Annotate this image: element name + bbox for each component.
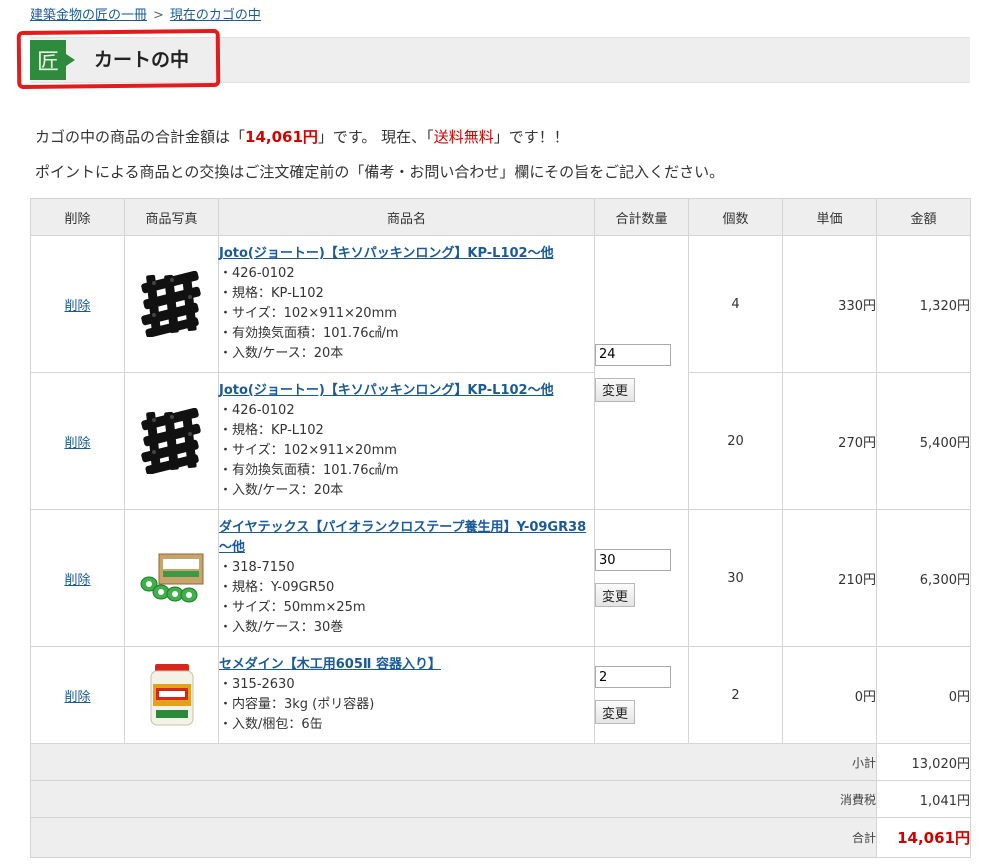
delete-link[interactable]: 削除 xyxy=(64,690,90,705)
unit-price-cell: 0円 xyxy=(782,646,877,744)
tax-value: 1,041円 xyxy=(876,780,971,818)
delete-link[interactable]: 削除 xyxy=(64,299,90,314)
header-count: 個数 xyxy=(688,198,783,236)
breadcrumb-home-link[interactable]: 建築金物の匠の一冊 xyxy=(30,8,147,23)
amount-cell: 6,300円 xyxy=(876,509,971,647)
product-name-cell: Joto(ジョートー)【キソパッキンロング】KP-L102～他 ・426-010… xyxy=(218,372,595,510)
header-unit-price: 単価 xyxy=(782,198,877,236)
table-row: 削除 Joto(ジョートー)【キソパッキンロング】KP-L102～他 ・426-… xyxy=(30,372,971,510)
breadcrumb-current-link[interactable]: 現在のカゴの中 xyxy=(170,8,261,23)
product-spec: ・規格：KP-L102 xyxy=(219,423,324,438)
subtotal-value: 13,020円 xyxy=(876,743,971,781)
product-spec: ・入数/ケース：30巻 xyxy=(219,620,344,635)
summary-prefix: カゴの中の商品の合計金額は「 xyxy=(35,128,246,146)
product-name-cell: ダイヤテックス【パイオランクロステープ養生用】Y-09GR38～他 ・318-7… xyxy=(218,509,595,647)
header-amount: 金額 xyxy=(876,198,971,236)
product-spec: ・内容量：3kg (ポリ容器) xyxy=(219,697,375,712)
change-button[interactable]: 変更 xyxy=(595,583,636,607)
cloth-tape-image[interactable] xyxy=(139,550,205,606)
delete-link[interactable]: 削除 xyxy=(64,436,90,451)
amount-cell: 1,320円 xyxy=(876,235,971,373)
product-spec: ・315-2630 xyxy=(219,677,295,692)
unit-price-cell: 210円 xyxy=(782,509,877,647)
product-spec: ・426-0102 xyxy=(219,266,295,281)
table-header-row: 削除 商品写真 商品名 合計数量 個数 単価 金額 xyxy=(30,198,971,236)
quantity-input[interactable] xyxy=(595,343,671,366)
count-cell: 30 xyxy=(688,509,783,647)
product-spec: ・入数/ケース：20本 xyxy=(219,346,344,361)
table-row: 削除 Joto(ジョートー)【キソパッキンロング】KP-L102～他 ・426-… xyxy=(30,235,971,510)
product-spec: ・入数/ケース：20本 xyxy=(219,483,344,498)
product-spec: ・有効換気面積：101.76㎠/m xyxy=(219,326,399,341)
product-name-cell: Joto(ジョートー)【キソパッキンロング】KP-L102～他 ・426-010… xyxy=(218,235,595,373)
qty-cell: 変更 xyxy=(594,235,689,510)
product-link[interactable]: Joto(ジョートー)【キソパッキンロング】KP-L102～他 xyxy=(219,246,554,261)
table-row: 削除 ダイヤテックス【パイオランクロステープ養生用】Y-09GR38～他 ・31… xyxy=(30,509,971,647)
breadcrumb: 建築金物の匠の一冊 > 現在のカゴの中 xyxy=(30,4,261,23)
product-spec: ・規格：Y-09GR50 xyxy=(219,580,335,595)
quantity-input[interactable] xyxy=(595,666,671,688)
product-spec: ・サイズ：102×911×20mm xyxy=(219,443,397,458)
header-photo: 商品写真 xyxy=(124,198,219,236)
photo-cell xyxy=(124,235,219,373)
red-highlight-mark xyxy=(16,28,221,90)
product-spec: ・318-7150 xyxy=(219,560,295,575)
product-spec: ・サイズ：102×911×20mm xyxy=(219,306,397,321)
grand-total-value: 14,061円 xyxy=(876,817,971,858)
change-button[interactable]: 変更 xyxy=(595,700,636,724)
summary-suffix: 」です！！ xyxy=(493,128,569,146)
qty-cell: 変更 xyxy=(594,646,689,744)
subtotal-row: 小計 13,020円 xyxy=(30,743,971,781)
header-product-name: 商品名 xyxy=(218,198,595,236)
product-link[interactable]: ダイヤテックス【パイオランクロステープ養生用】Y-09GR38～他 xyxy=(219,520,586,555)
count-cell: 2 xyxy=(688,646,783,744)
count-cell: 20 xyxy=(688,372,783,510)
delete-cell: 削除 xyxy=(30,646,125,744)
tax-row: 消費税 1,041円 xyxy=(30,780,971,818)
header-total-qty: 合計数量 xyxy=(594,198,689,236)
kiso-packing-image[interactable] xyxy=(139,271,205,337)
unit-price-cell: 330円 xyxy=(782,235,877,373)
product-link[interactable]: Joto(ジョートー)【キソパッキンロング】KP-L102～他 xyxy=(219,383,554,398)
amount-cell: 0円 xyxy=(876,646,971,744)
tax-label: 消費税 xyxy=(30,780,877,818)
delete-cell: 削除 xyxy=(30,235,125,373)
product-spec: ・有効換気面積：101.76㎠/m xyxy=(219,463,399,478)
summary-middle: 」です。 現在、「 xyxy=(317,128,434,146)
quantity-input[interactable] xyxy=(595,549,671,571)
photo-cell xyxy=(124,372,219,510)
wood-glue-container-image[interactable] xyxy=(147,662,197,728)
delete-link[interactable]: 削除 xyxy=(64,573,90,588)
photo-cell xyxy=(124,509,219,647)
product-link[interactable]: セメダイン【木工用605Ⅱ 容器入り】 xyxy=(219,657,441,672)
summary-total: 14,061円 xyxy=(245,128,318,146)
points-notice: ポイントによる商品との交換はご注文確定前の「備考・お問い合わせ」欄にその旨をご記… xyxy=(35,163,725,181)
table-row: 削除 セメダイン【木工用605Ⅱ 容器入り】 ・315-2630 ・内容量：3k… xyxy=(30,646,971,744)
product-spec: ・入数/梱包：6缶 xyxy=(219,717,323,732)
product-spec: ・規格：KP-L102 xyxy=(219,286,324,301)
unit-price-cell: 270円 xyxy=(782,372,877,510)
qty-cell: 変更 xyxy=(594,509,689,647)
subtotal-label: 小計 xyxy=(30,743,877,781)
product-name-cell: セメダイン【木工用605Ⅱ 容器入り】 ・315-2630 ・内容量：3kg (… xyxy=(218,646,595,744)
kiso-packing-image[interactable] xyxy=(139,408,205,474)
delete-cell: 削除 xyxy=(30,372,125,510)
summary-shipping: 送料無料 xyxy=(433,128,494,146)
change-button[interactable]: 変更 xyxy=(595,377,636,402)
photo-cell xyxy=(124,646,219,744)
product-spec: ・426-0102 xyxy=(219,403,295,418)
cart-table: 削除 商品写真 商品名 合計数量 個数 単価 金額 削除 Joto(ジョートー)… xyxy=(30,198,971,858)
cart-summary-text: カゴの中の商品の合計金額は「14,061円」です。 現在、「送料無料」です！！ xyxy=(35,126,569,147)
breadcrumb-separator: > xyxy=(153,8,164,23)
header-delete: 削除 xyxy=(30,198,125,236)
grand-total-label: 合計 xyxy=(30,817,877,858)
amount-cell: 5,400円 xyxy=(876,372,971,510)
delete-cell: 削除 xyxy=(30,509,125,647)
count-cell: 4 xyxy=(688,235,783,373)
grand-total-row: 合計 14,061円 xyxy=(30,817,971,858)
product-spec: ・サイズ：50mm×25m xyxy=(219,600,366,615)
